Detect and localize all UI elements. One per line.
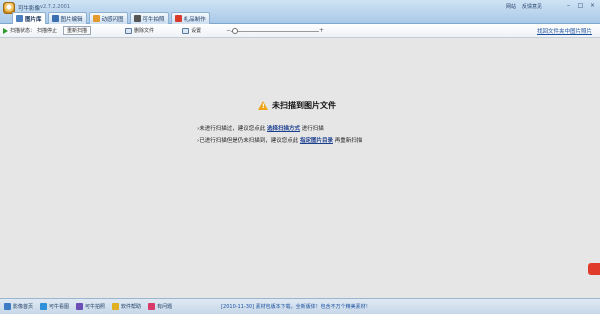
minimize-button[interactable]: – xyxy=(564,2,573,10)
app-title: 可牛影像 xyxy=(18,6,41,12)
tab-label: 动感闪图 xyxy=(101,16,124,23)
hint-1-prefix: ›未进行扫描过，建议您点此 xyxy=(197,126,266,132)
zoom-slider[interactable]: − + xyxy=(226,27,324,34)
home-icon xyxy=(4,303,11,310)
viewer-icon xyxy=(40,303,48,310)
tab-label: 图片库 xyxy=(25,16,42,23)
hint-2-prefix: ›已进行扫描但是仍未扫描到，建议您点此 xyxy=(197,138,299,144)
tab-flash[interactable]: 动感闪图 xyxy=(88,12,128,24)
window-controls: – □ × xyxy=(564,2,597,10)
status-home[interactable]: 影像首页 xyxy=(4,303,33,310)
camera-icon xyxy=(76,303,84,310)
empty-state-title-text: 未扫描到图片文件 xyxy=(272,101,336,110)
help-icon xyxy=(112,303,120,310)
scan-status: 扫描状态： 扫描停止 xyxy=(0,27,60,34)
rescan-button[interactable]: 重新扫描 xyxy=(63,26,92,35)
settings-icon xyxy=(182,27,190,34)
choose-scan-method-link[interactable]: 选择扫描方式 xyxy=(267,126,300,132)
app-version: v2.7.2.2001 xyxy=(40,4,70,10)
top-links: 网站 反馈意见 xyxy=(506,3,542,10)
warning-icon xyxy=(258,101,268,110)
tab-gallery[interactable]: 图片库 xyxy=(12,12,46,24)
status-bar: 影像首页 可牛看图 可牛拍照 软件帮助 有问题 [2010-11-30] 素材包… xyxy=(0,298,600,314)
feedback-link[interactable]: 反馈意见 xyxy=(522,3,542,10)
status-camera-label: 可牛拍照 xyxy=(85,304,106,310)
status-viewer[interactable]: 可牛看图 xyxy=(40,303,69,310)
specify-folder-link[interactable]: 指定图片目录 xyxy=(300,138,333,144)
title-bar: 可牛影像 v2.7.2.2001 图片库 图片编辑 动感闪图 可牛拍照 礼品制作… xyxy=(0,0,600,24)
gallery-icon xyxy=(16,15,23,22)
status-help-label: 软件帮助 xyxy=(121,304,142,310)
delete-file-button[interactable]: 删除文件 xyxy=(122,27,157,34)
scan-status-value: 扫描停止 xyxy=(37,28,58,34)
main-tabs: 图片库 图片编辑 动感闪图 可牛拍照 礼品制作 xyxy=(12,12,210,24)
delete-file-label: 删除文件 xyxy=(134,28,155,34)
rescan-wrapper: 重新扫描 xyxy=(60,26,94,35)
scan-status-label: 扫描状态： xyxy=(10,28,36,34)
gallery-content-area: 未扫描到图片文件 ›未进行扫描过，建议您点此 选择扫描方式 进行扫描 ›已进行扫… xyxy=(0,38,600,298)
settings-button[interactable]: 设置 xyxy=(179,27,204,34)
hint-1-suffix: 进行扫描 xyxy=(301,126,324,132)
zoom-in-button[interactable]: + xyxy=(319,27,324,34)
tab-label: 可牛拍照 xyxy=(142,16,165,23)
hint-2-suffix: 再重新扫描 xyxy=(334,138,363,144)
status-question-label: 有问题 xyxy=(157,304,173,310)
status-help[interactable]: 软件帮助 xyxy=(112,303,141,310)
empty-state-hint-2: ›已进行扫描但是仍未扫描到，建议您点此 指定图片目录 再重新扫描 xyxy=(197,136,362,144)
empty-state-hint-1: ›未进行扫描过，建议您点此 选择扫描方式 进行扫描 xyxy=(197,124,324,132)
tab-camera[interactable]: 可牛拍照 xyxy=(129,12,169,24)
edit-icon xyxy=(51,15,59,22)
camera-icon xyxy=(133,15,141,22)
status-home-label: 影像首页 xyxy=(13,304,34,310)
zoom-slider-thumb[interactable] xyxy=(232,28,238,34)
empty-state-title: 未扫描到图片文件 xyxy=(258,100,336,111)
close-button[interactable]: × xyxy=(588,2,597,10)
flash-icon xyxy=(92,15,100,22)
status-viewer-label: 可牛看图 xyxy=(49,304,70,310)
website-link[interactable]: 网站 xyxy=(506,3,516,10)
tab-gift[interactable]: 礼品制作 xyxy=(170,12,210,24)
side-badge-icon[interactable] xyxy=(588,263,600,275)
zoom-slider-track[interactable] xyxy=(231,31,319,32)
question-icon xyxy=(148,303,156,310)
news-ticker-link[interactable]: [2010-11-30] 素材包版本下载，全新版体！包含不万个精美素材！ xyxy=(221,303,371,310)
tab-edit[interactable]: 图片编辑 xyxy=(47,12,87,24)
delete-icon xyxy=(125,27,133,34)
settings-label: 设置 xyxy=(191,28,202,34)
tab-label: 礼品制作 xyxy=(183,16,206,23)
maximize-button[interactable]: □ xyxy=(576,2,585,10)
gift-icon xyxy=(174,15,182,22)
status-question[interactable]: 有问题 xyxy=(148,303,172,310)
find-photos-link[interactable]: 找回文件夹中图片照片 xyxy=(537,27,592,35)
status-camera[interactable]: 可牛拍照 xyxy=(76,303,105,310)
play-icon xyxy=(3,27,8,34)
tab-label: 图片编辑 xyxy=(60,16,83,23)
